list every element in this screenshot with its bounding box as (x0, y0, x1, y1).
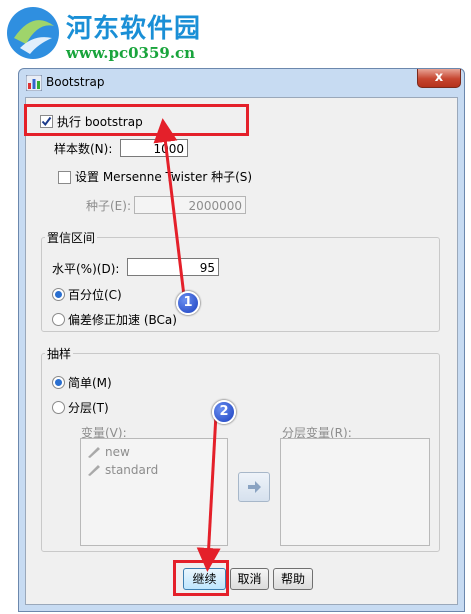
annotation-arrows (153, 118, 221, 572)
step-badge-1: 1 (176, 291, 200, 315)
step-badge-2: 2 (212, 400, 236, 424)
arrow-to-continue (196, 413, 221, 572)
arrow-to-bootstrap (153, 118, 186, 297)
